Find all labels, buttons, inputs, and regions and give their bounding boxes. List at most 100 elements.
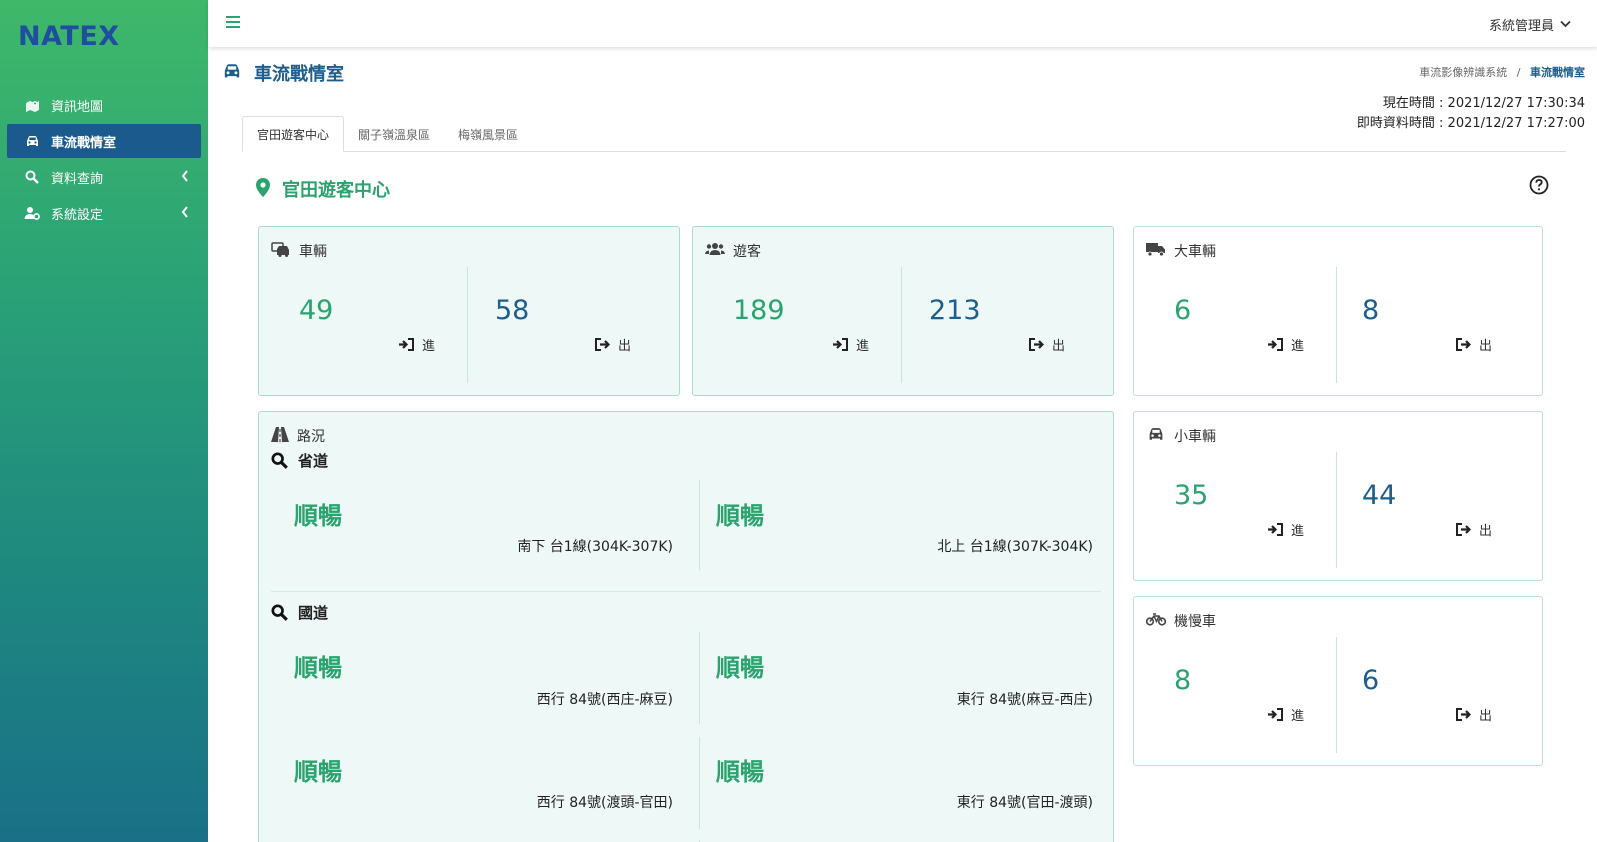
motorcycles-out-count: 6 — [1362, 665, 1380, 696]
current-time: 現在時間 : 2021/12/27 17:30:34 — [1382, 96, 1585, 111]
road-segment-label: 西行 84號(渡頭-官田) — [536, 795, 673, 811]
tab-guanziling[interactable]: 關子嶺溫泉區 — [344, 116, 444, 152]
section-title: 官田遊客中心 — [256, 176, 390, 202]
out-label: 出 — [1456, 335, 1492, 354]
large-vehicles-card: 大車輛 6 進 8 出 — [1133, 226, 1543, 396]
page-title-text: 車流戰情室 — [254, 64, 344, 85]
in-label: 進 — [1268, 705, 1304, 724]
sign-in-icon — [399, 338, 414, 351]
road-segment-label: 北上 台1線(307K-304K) — [937, 539, 1093, 555]
card-header: 遊客 — [705, 241, 761, 261]
out-label: 出 — [1029, 335, 1065, 354]
location-tabs: 官田遊客中心 關子嶺溫泉區 梅嶺風景區 — [242, 116, 1566, 152]
tab-guantian[interactable]: 官田遊客中心 — [242, 116, 345, 152]
search-icon — [271, 604, 288, 621]
sidebar: NATEX 資訊地圖 車流戰情室 資料查詢 系統設定 — [0, 0, 208, 842]
car-icon — [23, 135, 41, 148]
sign-out-icon — [1029, 338, 1044, 351]
visitors-out-count: 213 — [929, 295, 981, 326]
road-conditions-card: 路況 省道 順暢 南下 台1線(304K-307K) 順暢 北上 台1線(307… — [258, 411, 1114, 842]
small-vehicles-card: 小車輛 35 進 44 出 — [1133, 411, 1543, 581]
card-title: 車輛 — [299, 244, 327, 260]
road-status: 順暢 — [294, 654, 342, 682]
road-status: 順暢 — [294, 758, 342, 786]
car-side-icon — [271, 241, 291, 261]
truck-icon — [1146, 242, 1166, 261]
sidebar-nav: 資訊地圖 車流戰情室 資料查詢 系統設定 — [0, 88, 208, 232]
sidebar-item-label: 車流戰情室 — [51, 135, 117, 151]
breadcrumb-current: 車流戰情室 — [1530, 66, 1585, 79]
user-menu[interactable]: 系統管理員 — [1489, 15, 1571, 34]
sign-out-icon — [1456, 523, 1471, 536]
sidebar-item-label: 資訊地圖 — [51, 99, 104, 115]
search-icon — [271, 452, 288, 469]
in-label: 進 — [833, 335, 869, 354]
user-name: 系統管理員 — [1488, 19, 1554, 34]
out-label: 出 — [1456, 520, 1492, 539]
bicycle-icon — [1145, 612, 1167, 630]
sign-in-icon — [833, 338, 848, 351]
card-header: 機慢車 — [1145, 611, 1216, 631]
road-segment-label: 西行 84號(西庄-麻豆) — [536, 692, 673, 708]
chevron-left-icon — [181, 206, 189, 222]
sidebar-item-system-settings[interactable]: 系統設定 — [7, 196, 201, 230]
user-cog-icon — [23, 206, 41, 220]
sign-out-icon — [1456, 708, 1471, 721]
logo-text: NATEX — [18, 20, 120, 52]
visitors-card: 遊客 189 進 213 出 — [692, 226, 1114, 396]
card-header: 路況 — [271, 426, 325, 446]
sign-in-icon — [1268, 523, 1283, 536]
vehicles-in-count: 49 — [299, 295, 334, 326]
in-label: 進 — [1268, 520, 1304, 539]
sign-in-icon — [1268, 708, 1283, 721]
provincial-road-header: 省道 — [271, 450, 328, 471]
motorcycles-in-count: 8 — [1174, 665, 1192, 696]
card-title: 大車輛 — [1174, 244, 1216, 260]
search-icon — [23, 170, 41, 184]
users-icon — [705, 242, 725, 260]
card-header: 大車輛 — [1146, 241, 1216, 261]
road-icon — [271, 426, 289, 446]
sidebar-item-label: 系統設定 — [51, 207, 104, 223]
out-label: 出 — [1456, 705, 1492, 724]
card-title: 路況 — [297, 429, 325, 445]
map-marker-icon — [256, 177, 270, 201]
chevron-left-icon — [181, 170, 189, 186]
motorcycles-card: 機慢車 8 進 6 出 — [1133, 596, 1543, 766]
in-label: 進 — [1268, 335, 1304, 354]
road-segment-label: 南下 台1線(304K-307K) — [517, 539, 673, 555]
sign-in-icon — [1268, 338, 1283, 351]
tab-meiling[interactable]: 梅嶺風景區 — [444, 116, 532, 152]
card-header: 車輛 — [271, 241, 327, 261]
vehicles-out-count: 58 — [495, 295, 530, 326]
in-label: 進 — [399, 335, 435, 354]
question-circle-icon[interactable] — [1529, 175, 1549, 195]
small-vehicles-in-count: 35 — [1174, 480, 1209, 511]
road-status: 順暢 — [716, 502, 764, 530]
sidebar-item-info-map[interactable]: 資訊地圖 — [7, 88, 201, 122]
road-status: 順暢 — [716, 654, 764, 682]
card-title: 小車輛 — [1174, 429, 1216, 445]
topbar: 系統管理員 — [208, 0, 1597, 47]
vehicles-card: 車輛 49 進 58 出 — [258, 226, 680, 396]
card-title: 機慢車 — [1174, 614, 1216, 630]
card-title: 遊客 — [733, 244, 761, 260]
natex-logo[interactable]: NATEX — [18, 16, 120, 56]
large-vehicles-out-count: 8 — [1362, 295, 1380, 326]
breadcrumb: 車流影像辨識系統 / 車流戰情室 — [1419, 64, 1585, 80]
sign-out-icon — [595, 338, 610, 351]
sidebar-item-data-query[interactable]: 資料查詢 — [7, 160, 201, 194]
chevron-down-icon — [1560, 17, 1571, 32]
sign-out-icon — [1456, 338, 1471, 351]
car-icon — [1146, 427, 1166, 446]
page-title: 車流戰情室 — [222, 60, 344, 86]
car-icon — [222, 63, 242, 84]
national-road-header: 國道 — [271, 602, 328, 623]
breadcrumb-parent[interactable]: 車流影像辨識系統 — [1419, 66, 1507, 79]
breadcrumb-separator: / — [1516, 66, 1521, 79]
small-vehicles-out-count: 44 — [1362, 480, 1397, 511]
map-icon — [23, 99, 41, 112]
sidebar-item-traffic-room[interactable]: 車流戰情室 — [7, 124, 201, 158]
card-header: 小車輛 — [1146, 426, 1216, 446]
hamburger-icon[interactable] — [226, 16, 240, 28]
